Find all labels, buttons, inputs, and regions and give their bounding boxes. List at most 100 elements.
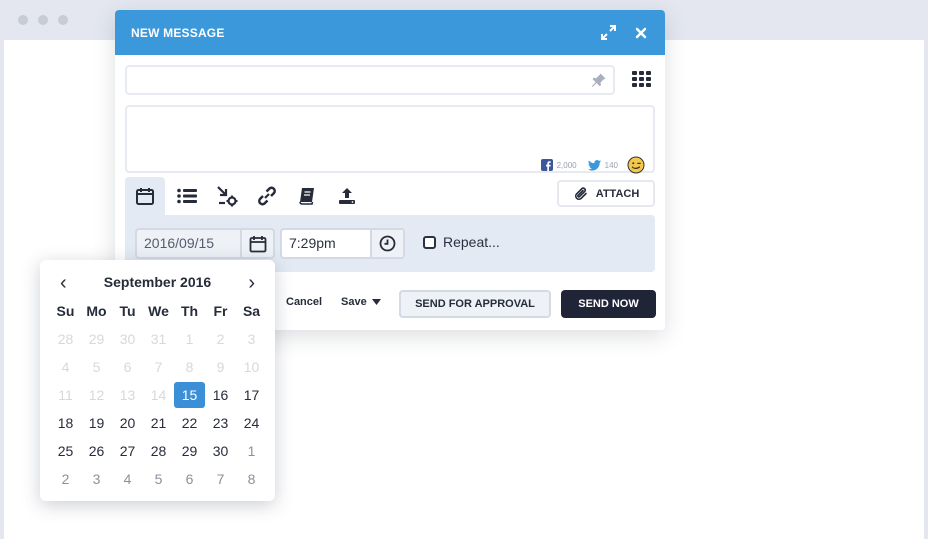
dialog-header: NEW MESSAGE: [115, 10, 665, 55]
calendar-day: 11: [58, 387, 73, 403]
calendar-day[interactable]: 4: [112, 465, 143, 493]
calendar-day: 4: [61, 359, 70, 375]
calendar-day: 14: [150, 387, 167, 403]
facebook-counter: 2,000: [540, 159, 577, 171]
window-dot[interactable]: [38, 15, 48, 25]
calendar-day[interactable]: 17: [236, 381, 267, 409]
repeat-checkbox[interactable]: [423, 235, 436, 249]
calendar-day[interactable]: 18: [50, 409, 81, 437]
calendar-day[interactable]: 24: [236, 409, 267, 437]
close-icon[interactable]: [633, 25, 649, 41]
character-counters: 2,000 140: [530, 156, 645, 174]
calendar-day: 12: [88, 387, 105, 403]
window-dot[interactable]: [58, 15, 68, 25]
send-for-approval-button[interactable]: SEND FOR APPROVAL: [399, 290, 551, 318]
calendar-day[interactable]: 6: [174, 465, 205, 493]
calendar-day[interactable]: 27: [112, 437, 143, 465]
settings-icon: [217, 186, 238, 207]
calendar-day[interactable]: 23: [205, 409, 236, 437]
next-month-button[interactable]: ›: [248, 272, 255, 294]
date-picker-header: ‹ September 2016 ›: [40, 272, 275, 294]
calendar-day[interactable]: 20: [112, 409, 143, 437]
calendar-day: 6: [123, 359, 132, 375]
pin-icon[interactable]: [591, 72, 607, 88]
weekday-header: Fr: [213, 303, 228, 319]
calendar-icon: [136, 188, 154, 205]
window-controls: [18, 15, 68, 25]
dialog-title: NEW MESSAGE: [131, 25, 225, 40]
calendar-day[interactable]: 7: [205, 465, 236, 493]
date-picker-button[interactable]: [240, 230, 273, 257]
calendar-day: 5: [92, 359, 101, 375]
calendar-day[interactable]: 19: [81, 409, 112, 437]
window-dot[interactable]: [18, 15, 28, 25]
calendar-day: 28: [57, 331, 74, 347]
calendar-grid: Su Mo Tu We Th Fr Sa 28 29 30 31 1 2 3 4 5 6 7 8 9 10 11 12 13 1…: [50, 297, 268, 493]
calendar-day: 3: [247, 331, 256, 347]
weekday-header: Sa: [242, 303, 261, 319]
library-tool[interactable]: [287, 177, 327, 215]
calendar-day[interactable]: 1: [236, 437, 267, 465]
attach-label: ATTACH: [595, 187, 640, 200]
time-field[interactable]: 7:29pm: [280, 228, 405, 259]
list-tool[interactable]: [167, 177, 207, 215]
date-field[interactable]: 2016/09/15: [135, 228, 275, 259]
calendar-day[interactable]: 25: [50, 437, 81, 465]
date-picker-popup: ‹ September 2016 › Su Mo Tu We Th Fr Sa 28 29 30 3…: [40, 260, 275, 501]
twitter-counter: 140: [587, 159, 618, 171]
time-input[interactable]: 7:29pm: [282, 230, 370, 257]
emoji-icon[interactable]: [627, 156, 645, 174]
attach-button[interactable]: ATTACH: [557, 180, 655, 207]
repeat-label: Repeat...: [443, 234, 500, 250]
time-picker-button[interactable]: [370, 230, 403, 257]
cancel-button[interactable]: Cancel: [286, 296, 322, 308]
weekday-header: Mo: [86, 303, 107, 319]
weekday-header: Su: [56, 303, 75, 319]
message-toolbar: ATTACH: [125, 177, 655, 215]
upload-icon: [339, 188, 355, 204]
targeting-tool[interactable]: [207, 177, 247, 215]
calendar-day[interactable]: 30: [205, 437, 236, 465]
save-label: Save: [341, 296, 367, 308]
link-tool[interactable]: [247, 177, 287, 215]
expand-icon[interactable]: [600, 25, 616, 41]
calendar-day[interactable]: 5: [143, 465, 174, 493]
facebook-count: 2,000: [556, 160, 577, 170]
twitter-icon: [587, 159, 601, 171]
calendar-day: 8: [185, 359, 194, 375]
paperclip-icon: [574, 186, 587, 200]
calendar-day[interactable]: 29: [174, 437, 205, 465]
weekday-header: We: [148, 303, 169, 319]
calendar-day[interactable]: 21: [143, 409, 174, 437]
calendar-day: 7: [154, 359, 163, 375]
calendar-day[interactable]: 16: [205, 381, 236, 409]
calendar-day: 29: [88, 331, 105, 347]
calendar-day[interactable]: 8: [236, 465, 267, 493]
caret-down-icon: [371, 299, 381, 305]
calendar-day: 1: [185, 331, 194, 347]
calendar-day: 30: [119, 331, 136, 347]
clock-icon: [379, 235, 396, 252]
calendar-day[interactable]: 3: [81, 465, 112, 493]
grid-icon[interactable]: [632, 71, 652, 89]
calendar-day: 13: [119, 387, 136, 403]
calendar-icon: [249, 235, 266, 252]
upload-tool[interactable]: [327, 177, 367, 215]
calendar-day[interactable]: 2: [50, 465, 81, 493]
list-icon: [177, 188, 197, 204]
recipient-input[interactable]: [127, 67, 567, 93]
calendar-day[interactable]: 22: [174, 409, 205, 437]
link-icon: [258, 186, 276, 206]
schedule-tool[interactable]: [125, 177, 165, 215]
date-input[interactable]: 2016/09/15: [137, 230, 240, 257]
calendar-day[interactable]: 26: [81, 437, 112, 465]
save-button[interactable]: Save: [341, 296, 381, 308]
calendar-day: 2: [216, 331, 225, 347]
calendar-day[interactable]: 28: [143, 437, 174, 465]
repeat-option[interactable]: Repeat...: [423, 234, 500, 250]
recipient-field[interactable]: [125, 65, 615, 95]
send-now-button[interactable]: SEND NOW: [561, 290, 656, 318]
calendar-day: 9: [216, 359, 225, 375]
calendar-day-selected[interactable]: 15: [174, 382, 205, 408]
weekday-header: Th: [180, 303, 199, 319]
